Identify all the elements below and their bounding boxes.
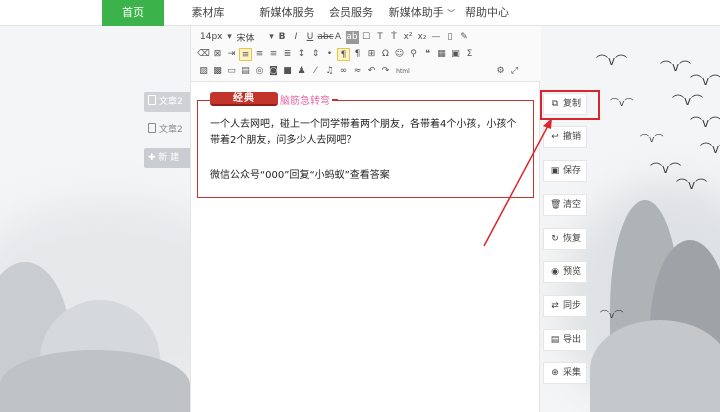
annotation-arrow	[483, 118, 552, 247]
